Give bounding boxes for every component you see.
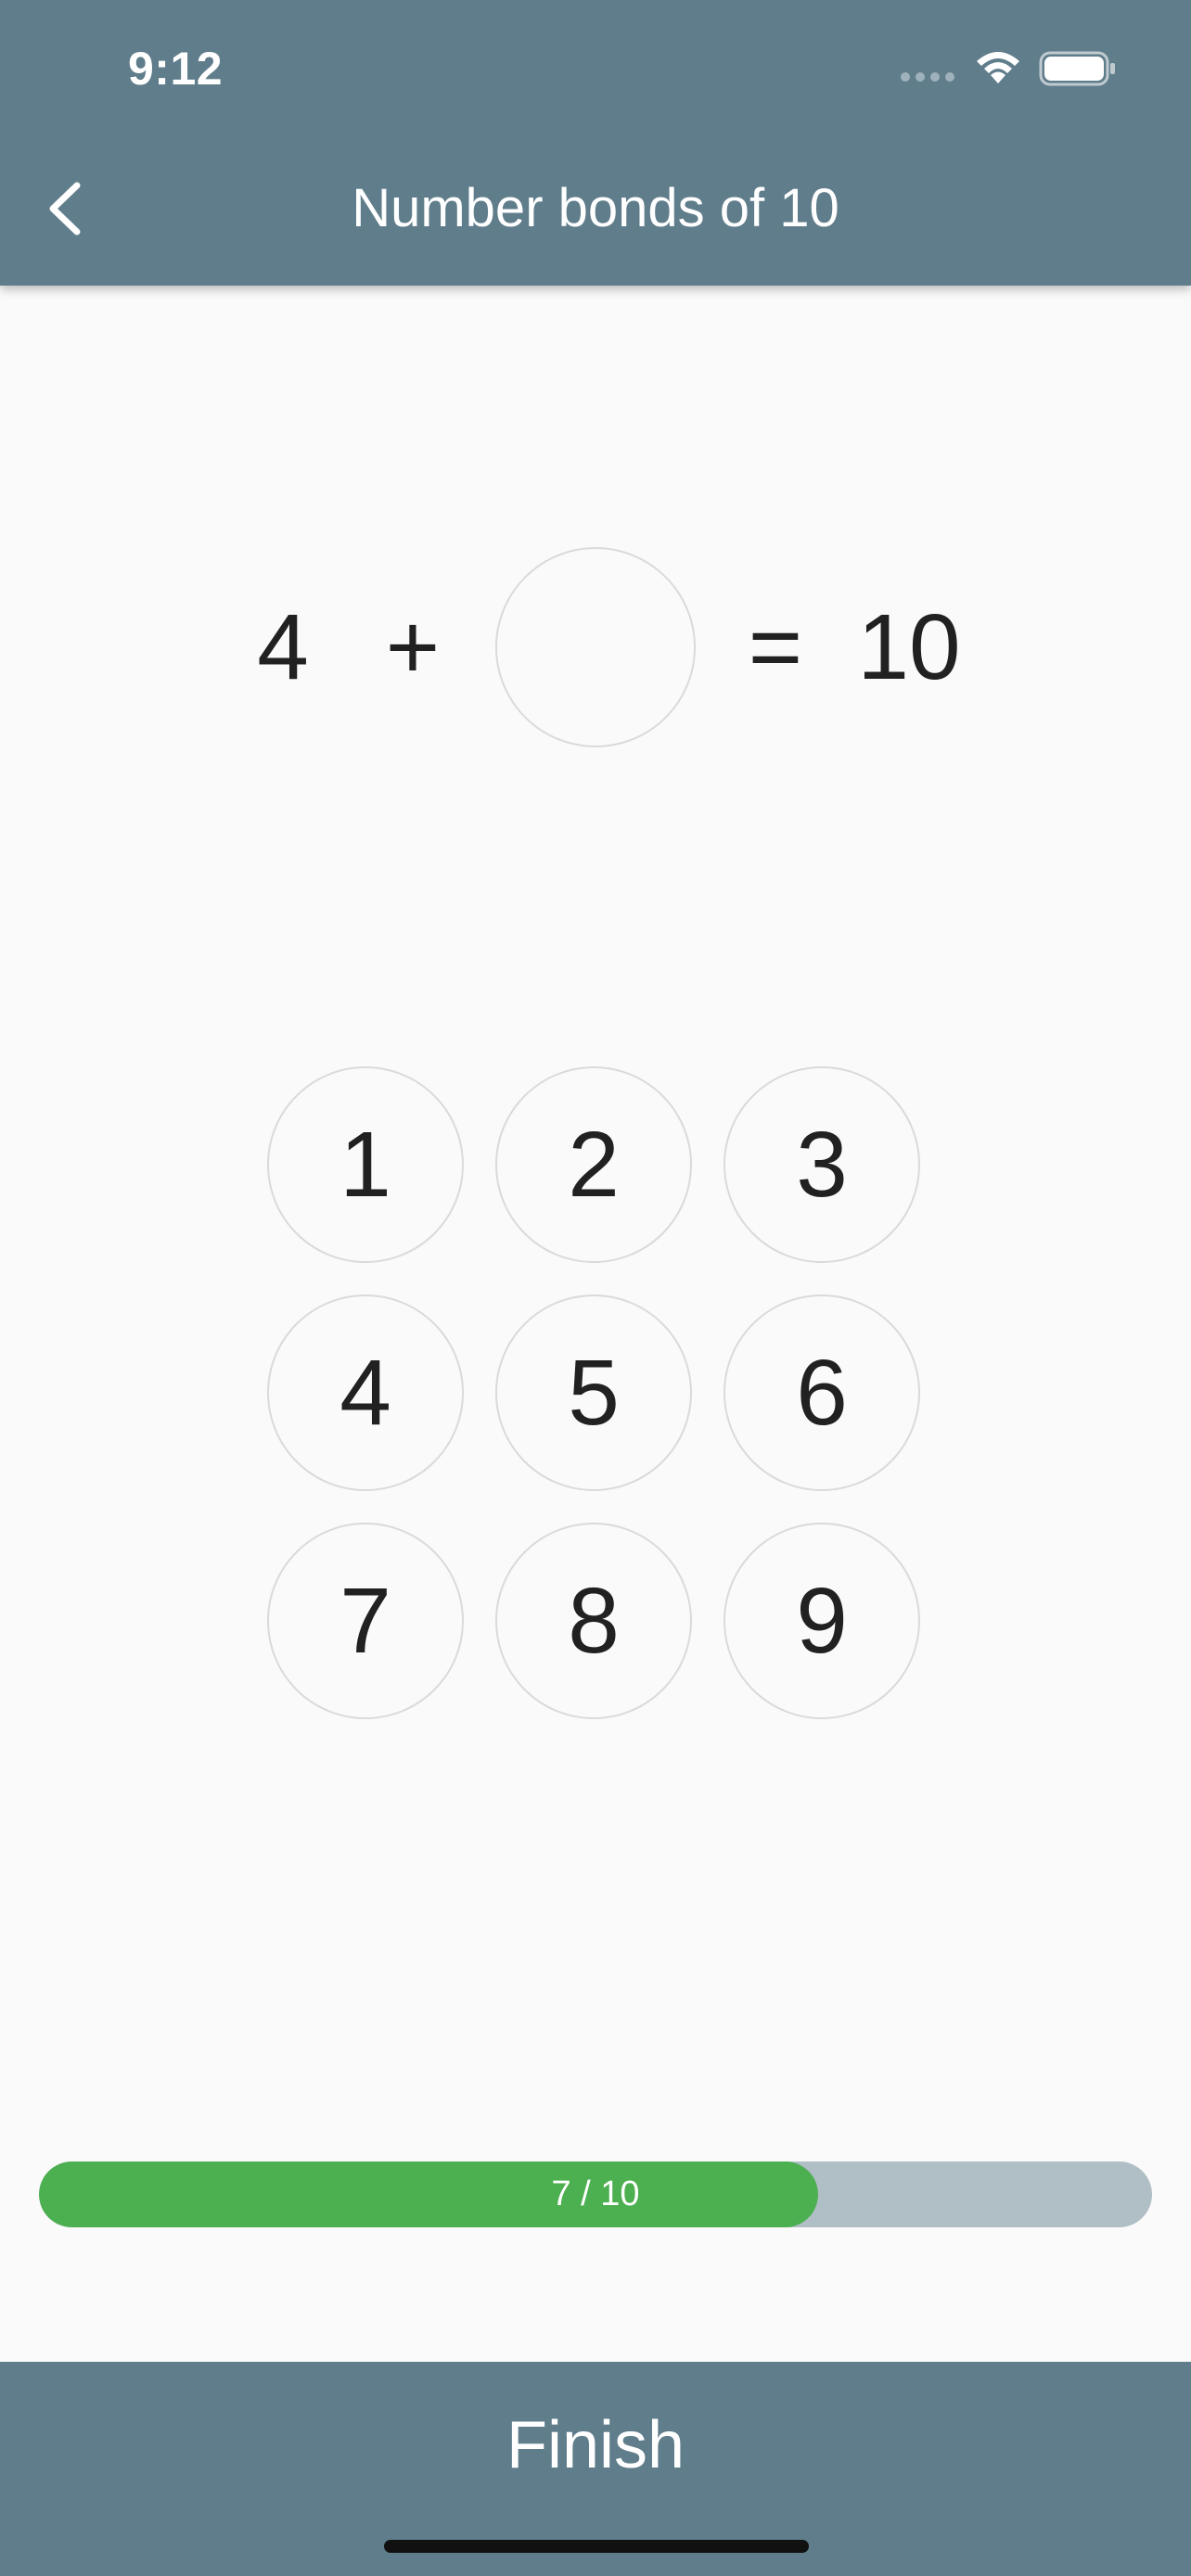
equation-equals: = [748, 595, 803, 699]
equation-operator: + [385, 595, 441, 699]
app-header: 9:12 Number bonds of 10 [0, 0, 1191, 286]
key-3[interactable]: 3 [724, 1066, 920, 1263]
battery-icon [1039, 51, 1115, 86]
key-9[interactable]: 9 [724, 1523, 920, 1719]
key-7[interactable]: 7 [267, 1523, 464, 1719]
answer-slot[interactable] [495, 547, 696, 747]
key-8[interactable]: 8 [495, 1523, 692, 1719]
page-title: Number bonds of 10 [352, 178, 839, 238]
number-keypad: 1 2 3 4 5 6 7 8 9 [267, 1066, 924, 1723]
equation-total: 10 [857, 595, 961, 699]
equation-addend: 4 [257, 595, 309, 699]
home-indicator [384, 2540, 809, 2553]
cellular-signal-icon [901, 72, 954, 82]
key-2[interactable]: 2 [495, 1066, 692, 1263]
key-4[interactable]: 4 [267, 1294, 464, 1491]
status-time: 9:12 [128, 43, 224, 95]
wifi-icon [977, 52, 1019, 83]
finish-label: Finish [506, 2408, 685, 2482]
key-5[interactable]: 5 [495, 1294, 692, 1491]
key-6[interactable]: 6 [724, 1294, 920, 1491]
progress-bar: 7 / 10 [39, 2162, 1152, 2227]
key-1[interactable]: 1 [267, 1066, 464, 1263]
equation: 4 + = 10 [0, 547, 1191, 747]
progress-label: 7 / 10 [551, 2174, 640, 2213]
